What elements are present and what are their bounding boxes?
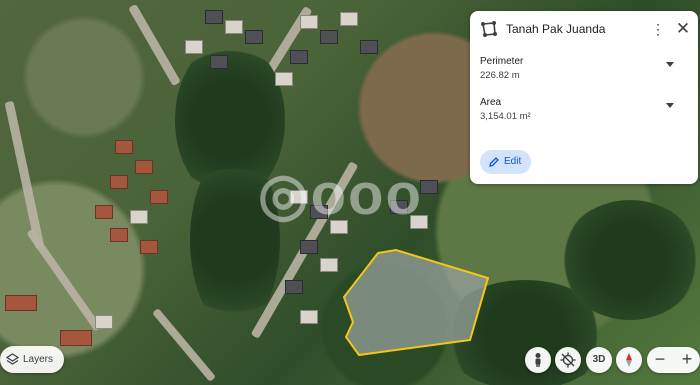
area-value: 3,154.01 m² <box>480 111 531 122</box>
card-header: Tanah Pak Juanda ⋮ ✕ <box>470 11 698 47</box>
pencil-icon <box>489 157 499 167</box>
zoom-out-button[interactable]: − <box>647 347 673 373</box>
chevron-down-icon[interactable] <box>666 103 674 108</box>
card-title: Tanah Pak Juanda <box>506 22 606 36</box>
view-3d-button[interactable]: 3D <box>586 347 612 373</box>
perimeter-value: 226.82 m <box>480 70 520 81</box>
compass-button[interactable] <box>616 347 642 373</box>
person-icon <box>535 353 541 367</box>
polygon-icon <box>481 21 497 37</box>
measured-parcel-polygon <box>342 248 490 357</box>
area-label: Area <box>480 97 502 108</box>
compass-icon <box>626 353 632 367</box>
watermark-logo: ◎ooo <box>258 162 423 227</box>
edit-button[interactable]: Edit <box>480 150 531 174</box>
perimeter-row[interactable]: Perimeter 226.82 m <box>480 56 688 88</box>
perimeter-label: Perimeter <box>480 56 524 67</box>
zoom-in-button[interactable]: + <box>674 347 700 373</box>
my-location-button[interactable] <box>555 347 581 373</box>
close-icon[interactable]: ✕ <box>673 19 693 39</box>
chevron-down-icon[interactable] <box>666 62 674 67</box>
measurement-card: Tanah Pak Juanda ⋮ ✕ Perimeter 226.82 m … <box>470 11 698 184</box>
area-row[interactable]: Area 3,154.01 m² <box>480 97 688 129</box>
layers-button[interactable]: Layers <box>0 346 64 373</box>
location-disabled-icon <box>560 352 576 368</box>
layers-icon <box>6 353 19 365</box>
street-view-button[interactable] <box>525 347 551 373</box>
layers-label: Layers <box>23 354 54 365</box>
edit-button-label: Edit <box>504 156 522 167</box>
zoom-control: − + <box>647 347 700 373</box>
more-vert-icon[interactable]: ⋮ <box>650 20 666 38</box>
